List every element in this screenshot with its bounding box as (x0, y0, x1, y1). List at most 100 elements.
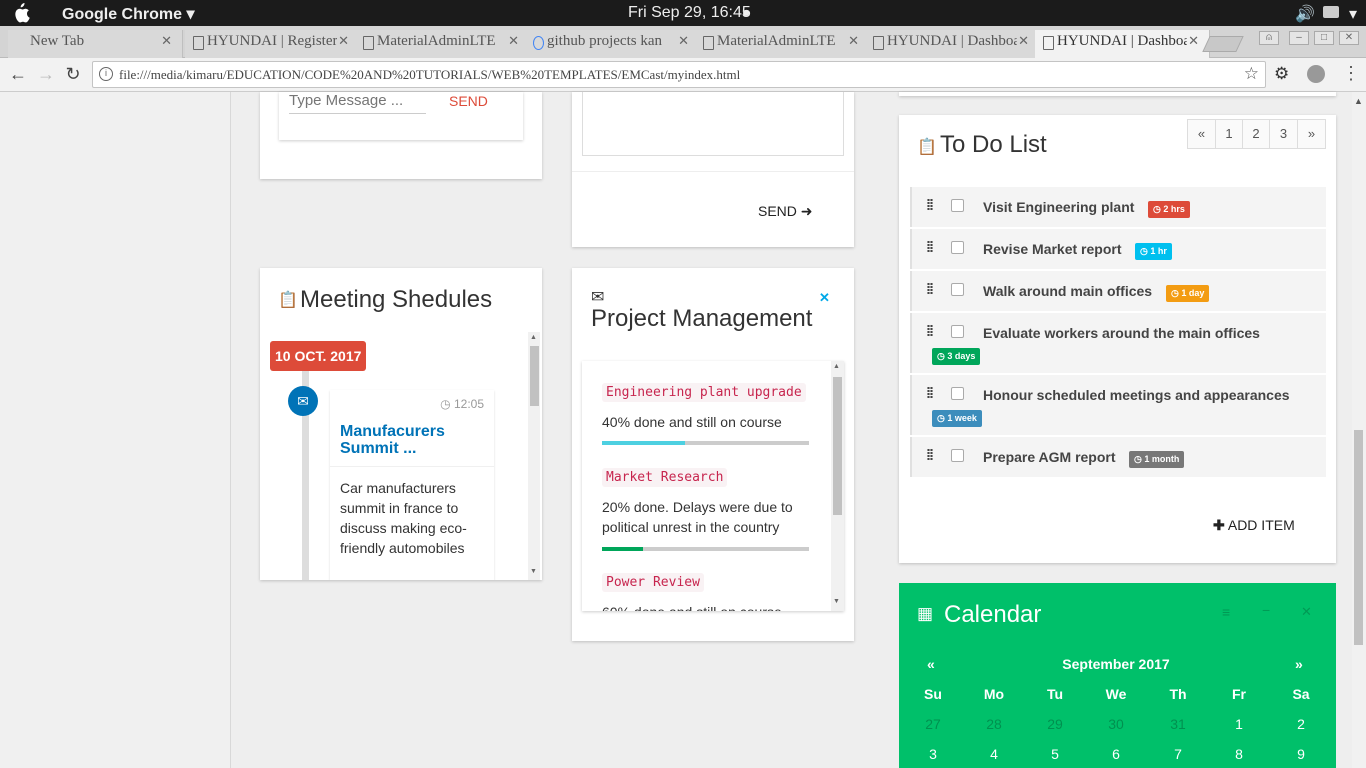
back-arrow-icon[interactable]: ← (8, 64, 28, 84)
calendar-day[interactable]: 9 (1281, 746, 1321, 762)
browser-tab[interactable]: github projects kan ✕ (525, 30, 700, 58)
timeline-date-badge: 10 OCT. 2017 (270, 341, 367, 371)
calendar-day[interactable]: 6 (1096, 746, 1136, 762)
drag-handle-icon[interactable]: ⁞⁞ (926, 385, 934, 402)
drag-handle-icon[interactable]: ⁞⁞ (926, 197, 934, 214)
calendar-day[interactable]: 4 (974, 746, 1014, 762)
todo-checkbox[interactable] (951, 387, 964, 400)
close-icon[interactable]: ✕ (1301, 604, 1312, 620)
close-tab-icon[interactable]: ✕ (1018, 34, 1029, 49)
browser-tab[interactable]: HYUNDAI | Dashboard✕ (865, 30, 1040, 58)
drag-handle-icon[interactable]: ⁞⁞ (926, 323, 934, 340)
minimize-icon[interactable]: − (1262, 602, 1270, 618)
info-icon[interactable]: i (99, 67, 113, 81)
todo-item[interactable]: ⁞⁞ Prepare AGM report ◷ 1 month (910, 437, 1326, 477)
page-scrollbar-thumb[interactable] (1354, 430, 1363, 645)
calendar-day[interactable]: 7 (1158, 746, 1198, 762)
project-scrollbar-thumb[interactable] (833, 377, 842, 515)
browser-tab[interactable]: MaterialAdminLTE ✕ (355, 30, 530, 58)
project-status: 40% done and still on course (602, 414, 782, 430)
minimize-button[interactable]: – (1289, 31, 1309, 45)
close-tab-icon[interactable]: ✕ (508, 34, 519, 49)
maximize-button[interactable]: □ (1314, 31, 1334, 45)
todo-item[interactable]: ⁞⁞ Walk around main offices ◷ 1 day (910, 271, 1326, 311)
scroll-down-icon[interactable]: ▼ (833, 598, 840, 605)
chat-send-button[interactable]: SEND (449, 93, 488, 109)
pagination-page-3[interactable]: 3 (1269, 119, 1298, 149)
timeline-item-title[interactable]: Manufacurers Summit ... (340, 423, 480, 457)
todo-item[interactable]: ⁞⁞ Revise Market report ◷ 1 hr (910, 229, 1326, 269)
todo-checkbox[interactable] (951, 449, 964, 462)
close-tab-icon[interactable]: ✕ (678, 34, 689, 49)
pagination-next[interactable]: » (1297, 119, 1326, 149)
close-tab-icon[interactable]: ✕ (848, 34, 859, 49)
drag-handle-icon[interactable]: ⁞⁞ (926, 239, 934, 256)
calendar-day[interactable]: 30 (1096, 716, 1136, 732)
drag-handle-icon[interactable]: ⁞⁞ (926, 281, 934, 298)
close-tab-icon[interactable]: ✕ (338, 34, 349, 49)
calendar-day[interactable]: 8 (1219, 746, 1259, 762)
calendar-day[interactable]: 1 (1219, 716, 1259, 732)
bookmark-star-icon[interactable]: ☆ (1244, 64, 1259, 84)
mail-send-button[interactable]: SEND ➜ (758, 203, 813, 220)
clock[interactable]: Fri Sep 29, 16:45 (628, 4, 751, 22)
page-icon (873, 36, 884, 50)
os-top-bar: Google Chrome ▾ Fri Sep 29, 16:45 🔊 ▾ (0, 0, 1366, 26)
calendar-card: ▦ Calendar ≡ − ✕ « September 2017 » Su Mo… (899, 583, 1336, 768)
todo-checkbox[interactable] (951, 199, 964, 212)
close-window-button[interactable]: ✕ (1339, 31, 1359, 45)
calendar-day[interactable]: 3 (913, 746, 953, 762)
weekday-header: Sa (1292, 686, 1310, 702)
calendar-day[interactable]: 27 (913, 716, 953, 732)
reload-icon[interactable]: ↻ (63, 64, 83, 84)
close-tab-icon[interactable]: ✕ (161, 34, 172, 49)
profile-icon[interactable]: ⍝ (1259, 31, 1279, 45)
todo-checkbox[interactable] (951, 283, 964, 296)
battery-icon[interactable] (1323, 6, 1339, 18)
address-bar[interactable]: i file:///media/kimaru/EDUCATION/CODE%20… (92, 61, 1266, 88)
power-menu-icon[interactable]: ▾ (1349, 4, 1357, 24)
menu-kebab-icon[interactable]: ⋮ (1342, 63, 1360, 84)
calendar-day[interactable]: 31 (1158, 716, 1198, 732)
scroll-up-icon[interactable]: ▲ (1354, 96, 1363, 106)
close-tab-icon[interactable]: ✕ (1188, 34, 1199, 49)
todo-checkbox[interactable] (951, 241, 964, 254)
todo-checkbox[interactable] (951, 325, 964, 338)
add-item-button[interactable]: ✚ ADD ITEM (1213, 517, 1295, 534)
extension-icon[interactable]: ⚙ (1274, 64, 1289, 84)
calendar-day[interactable]: 2 (1281, 716, 1321, 732)
scroll-up-icon[interactable]: ▲ (530, 334, 537, 341)
calendar-next-button[interactable]: » (1295, 656, 1303, 672)
calendar-day[interactable]: 28 (974, 716, 1014, 732)
browser-tab-active[interactable]: HYUNDAI | Dashboard✕ (1035, 30, 1210, 58)
todo-item[interactable]: ⁞⁞ Evaluate workers around the main offi… (910, 313, 1326, 373)
browser-tab[interactable]: New Tab ✕ (8, 30, 183, 58)
app-name-menu[interactable]: Google Chrome ▾ (62, 4, 195, 24)
scroll-up-icon[interactable]: ▲ (833, 363, 840, 370)
chat-message-input[interactable] (289, 88, 426, 114)
todo-item[interactable]: ⁞⁞ Honour scheduled meetings and appeara… (910, 375, 1326, 435)
scroll-down-icon[interactable]: ▼ (530, 568, 537, 575)
pagination-prev[interactable]: « (1187, 119, 1216, 149)
apple-icon[interactable] (12, 3, 34, 23)
arrow-circle-right-icon: ➜ (800, 203, 813, 219)
pagination-page-1[interactable]: 1 (1215, 119, 1243, 149)
menu-bars-icon[interactable]: ≡ (1222, 604, 1230, 620)
browser-tab[interactable]: MaterialAdminLTE ✕ (695, 30, 870, 58)
close-icon[interactable]: ✕ (819, 290, 830, 306)
extension-icon-2[interactable] (1307, 65, 1325, 83)
calendar-prev-button[interactable]: « (927, 656, 935, 672)
mail-textarea[interactable] (582, 92, 844, 156)
meeting-scrollbar-thumb[interactable] (530, 346, 539, 406)
todo-item[interactable]: ⁞⁞ Visit Engineering plant ◷ 2 hrs (910, 187, 1326, 227)
forward-arrow-icon[interactable]: → (36, 64, 56, 84)
drag-handle-icon[interactable]: ⁞⁞ (926, 447, 934, 464)
time-label-text: 1 week (947, 413, 977, 423)
pagination-page-2[interactable]: 2 (1242, 119, 1270, 149)
calendar-day[interactable]: 5 (1035, 746, 1075, 762)
browser-tab[interactable]: HYUNDAI | Register ✕ (185, 30, 360, 58)
calendar-day[interactable]: 29 (1035, 716, 1075, 732)
volume-icon[interactable]: 🔊 (1295, 4, 1315, 24)
calendar-month-title[interactable]: September 2017 (1046, 656, 1186, 672)
todo-text: Prepare AGM report (983, 449, 1116, 465)
